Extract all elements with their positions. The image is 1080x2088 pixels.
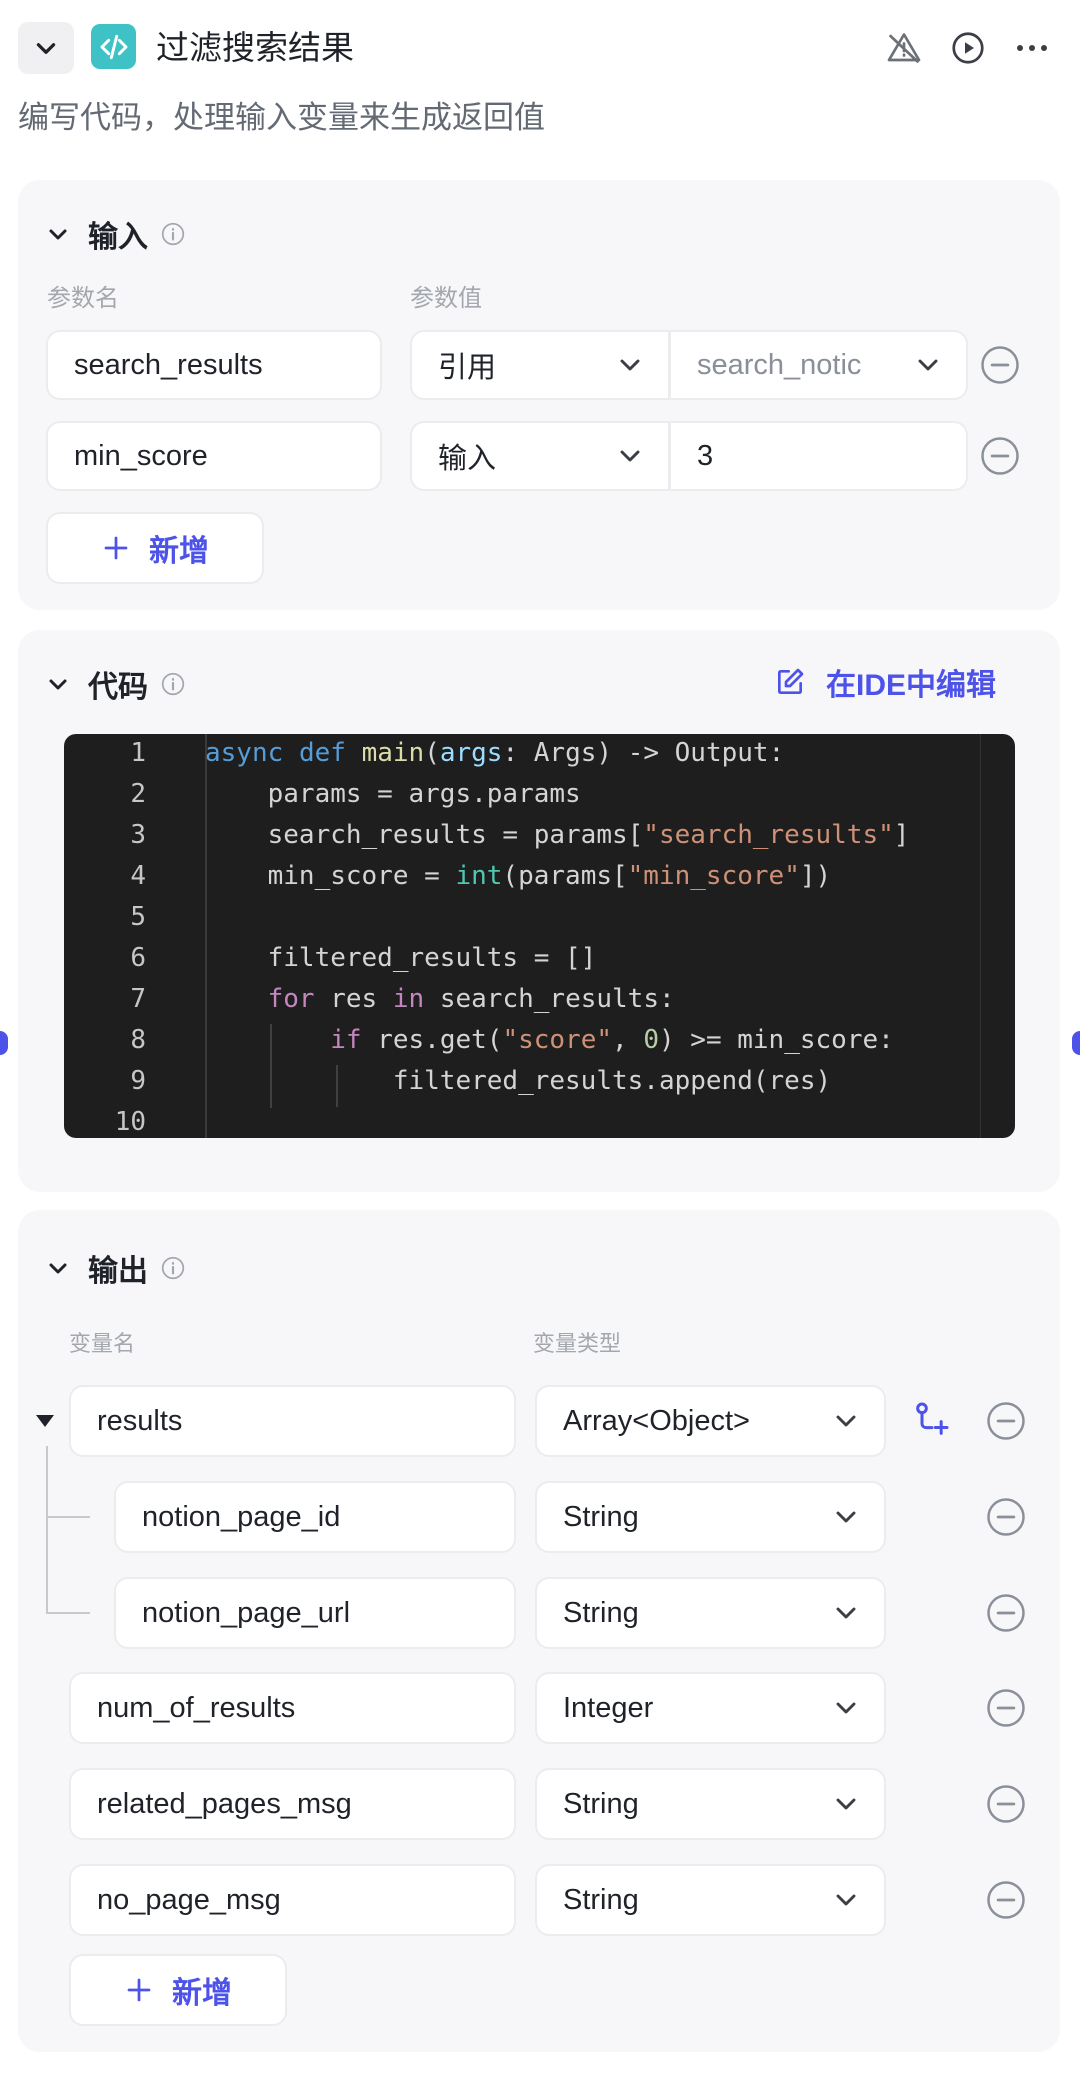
chevron-down-icon — [620, 359, 640, 371]
add-child-icon[interactable] — [912, 1400, 952, 1440]
right-connection-port[interactable] — [1072, 1031, 1080, 1055]
chevron-down-icon — [49, 229, 67, 240]
edit-icon — [778, 668, 804, 694]
tree-connector — [46, 1516, 90, 1518]
output-type-select[interactable]: Array<Object> — [535, 1385, 886, 1457]
line-number: 10 — [114, 1107, 146, 1137]
editor-ruler — [980, 734, 981, 1138]
code-line: filtered_results.append(res) — [205, 1066, 832, 1096]
chevron-down-icon — [49, 1263, 67, 1274]
output-name-header: 变量名 — [69, 1331, 136, 1356]
line-number: 1 — [130, 738, 146, 768]
line-number: 9 — [130, 1066, 146, 1096]
code-line: async def main(args: Args) -> Output: — [205, 738, 785, 768]
tree-connector — [46, 1446, 48, 1614]
collapse-node-button[interactable] — [18, 22, 74, 74]
info-icon[interactable] — [160, 221, 186, 247]
output-type-header: 变量类型 — [533, 1331, 622, 1356]
output-type-select[interactable]: Integer — [535, 1672, 886, 1744]
remove-param-icon[interactable] — [979, 344, 1021, 386]
output-section-title: 输出 — [88, 1255, 148, 1288]
line-number: 3 — [130, 820, 146, 850]
param-name-header: 参数名 — [47, 285, 119, 312]
code-line: for res in search_results: — [267, 984, 675, 1014]
line-number: 5 — [130, 902, 146, 932]
line-number: 7 — [130, 984, 146, 1014]
chevron-down-icon — [836, 1511, 856, 1523]
warning-off-icon[interactable] — [882, 26, 926, 70]
param-mode-select[interactable]: 引用 — [410, 330, 670, 400]
add-input-button[interactable]: 新增 — [46, 512, 264, 584]
remove-output-icon[interactable] — [985, 1400, 1027, 1442]
more-options-icon[interactable] — [1010, 26, 1054, 70]
param-name-field[interactable]: min_score — [46, 421, 382, 491]
output-name-field[interactable]: related_pages_msg — [69, 1768, 516, 1840]
edit-in-ide-link[interactable]: 在IDE中编辑 — [774, 660, 996, 704]
chevron-down-icon — [836, 1798, 856, 1810]
chevron-down-icon — [36, 43, 56, 54]
code-section-title: 代码 — [88, 671, 148, 704]
run-play-icon[interactable] — [946, 26, 990, 70]
plus-icon — [127, 1978, 151, 2002]
plus-icon — [104, 536, 128, 560]
input-section-header[interactable]: 输入 — [46, 212, 186, 256]
output-name-field[interactable]: notion_page_id — [114, 1481, 516, 1553]
info-icon[interactable] — [160, 671, 186, 697]
param-value-input[interactable]: 3 — [670, 421, 968, 491]
output-type-select[interactable]: String — [535, 1481, 886, 1553]
chevron-down-icon — [620, 450, 640, 462]
output-type-select[interactable]: String — [535, 1768, 886, 1840]
node-title: 过滤搜索结果 — [156, 29, 354, 66]
remove-output-icon[interactable] — [985, 1687, 1027, 1729]
output-section-header[interactable]: 输出 — [46, 1246, 186, 1290]
param-name-field[interactable]: search_results — [46, 330, 382, 400]
code-line: search_results = params["search_results"… — [205, 820, 910, 850]
output-name-field[interactable]: notion_page_url — [114, 1577, 516, 1649]
chevron-down-icon — [836, 1415, 856, 1427]
input-section-title: 输入 — [88, 221, 148, 254]
code-icon — [91, 24, 136, 69]
chevron-down-icon — [836, 1607, 856, 1619]
param-reference-select[interactable]: search_notic — [670, 330, 968, 400]
remove-output-icon[interactable] — [985, 1879, 1027, 1921]
param-mode-select[interactable]: 输入 — [410, 421, 670, 491]
line-number: 6 — [130, 943, 146, 973]
line-number-gutter: 1 2 3 4 5 6 7 8 9 10 — [64, 734, 204, 1138]
remove-param-icon[interactable] — [979, 435, 1021, 477]
line-number: 2 — [130, 779, 146, 809]
info-icon[interactable] — [160, 1255, 186, 1281]
output-name-field[interactable]: results — [69, 1385, 516, 1457]
caret-down-icon[interactable] — [34, 1412, 56, 1435]
code-line: if res.get("score", 0) >= min_score: — [330, 1025, 894, 1055]
code-section-header[interactable]: 代码 — [46, 662, 186, 706]
output-type-select[interactable]: String — [535, 1577, 886, 1649]
line-number: 8 — [130, 1025, 146, 1055]
node-description: 编写代码，处理输入变量来生成返回值 — [18, 100, 545, 135]
add-output-button[interactable]: 新增 — [69, 1954, 287, 2026]
param-value-header: 参数值 — [410, 285, 482, 312]
chevron-down-icon — [836, 1894, 856, 1906]
output-name-field[interactable]: no_page_msg — [69, 1864, 516, 1936]
code-editor[interactable]: 1 2 3 4 5 6 7 8 9 10 async def main(args… — [64, 734, 1015, 1138]
remove-output-icon[interactable] — [985, 1496, 1027, 1538]
code-line: params = args.params — [205, 779, 581, 809]
remove-output-icon[interactable] — [985, 1783, 1027, 1825]
remove-output-icon[interactable] — [985, 1592, 1027, 1634]
tree-connector — [46, 1612, 90, 1614]
line-number: 4 — [130, 861, 146, 891]
code-line: filtered_results = [] — [205, 943, 597, 973]
code-line: min_score = int(params["min_score"]) — [205, 861, 832, 891]
chevron-down-icon — [49, 679, 67, 690]
chevron-down-icon — [836, 1702, 856, 1714]
left-connection-port[interactable] — [0, 1031, 8, 1055]
output-name-field[interactable]: num_of_results — [69, 1672, 516, 1744]
chevron-down-icon — [918, 359, 938, 371]
output-type-select[interactable]: String — [535, 1864, 886, 1936]
